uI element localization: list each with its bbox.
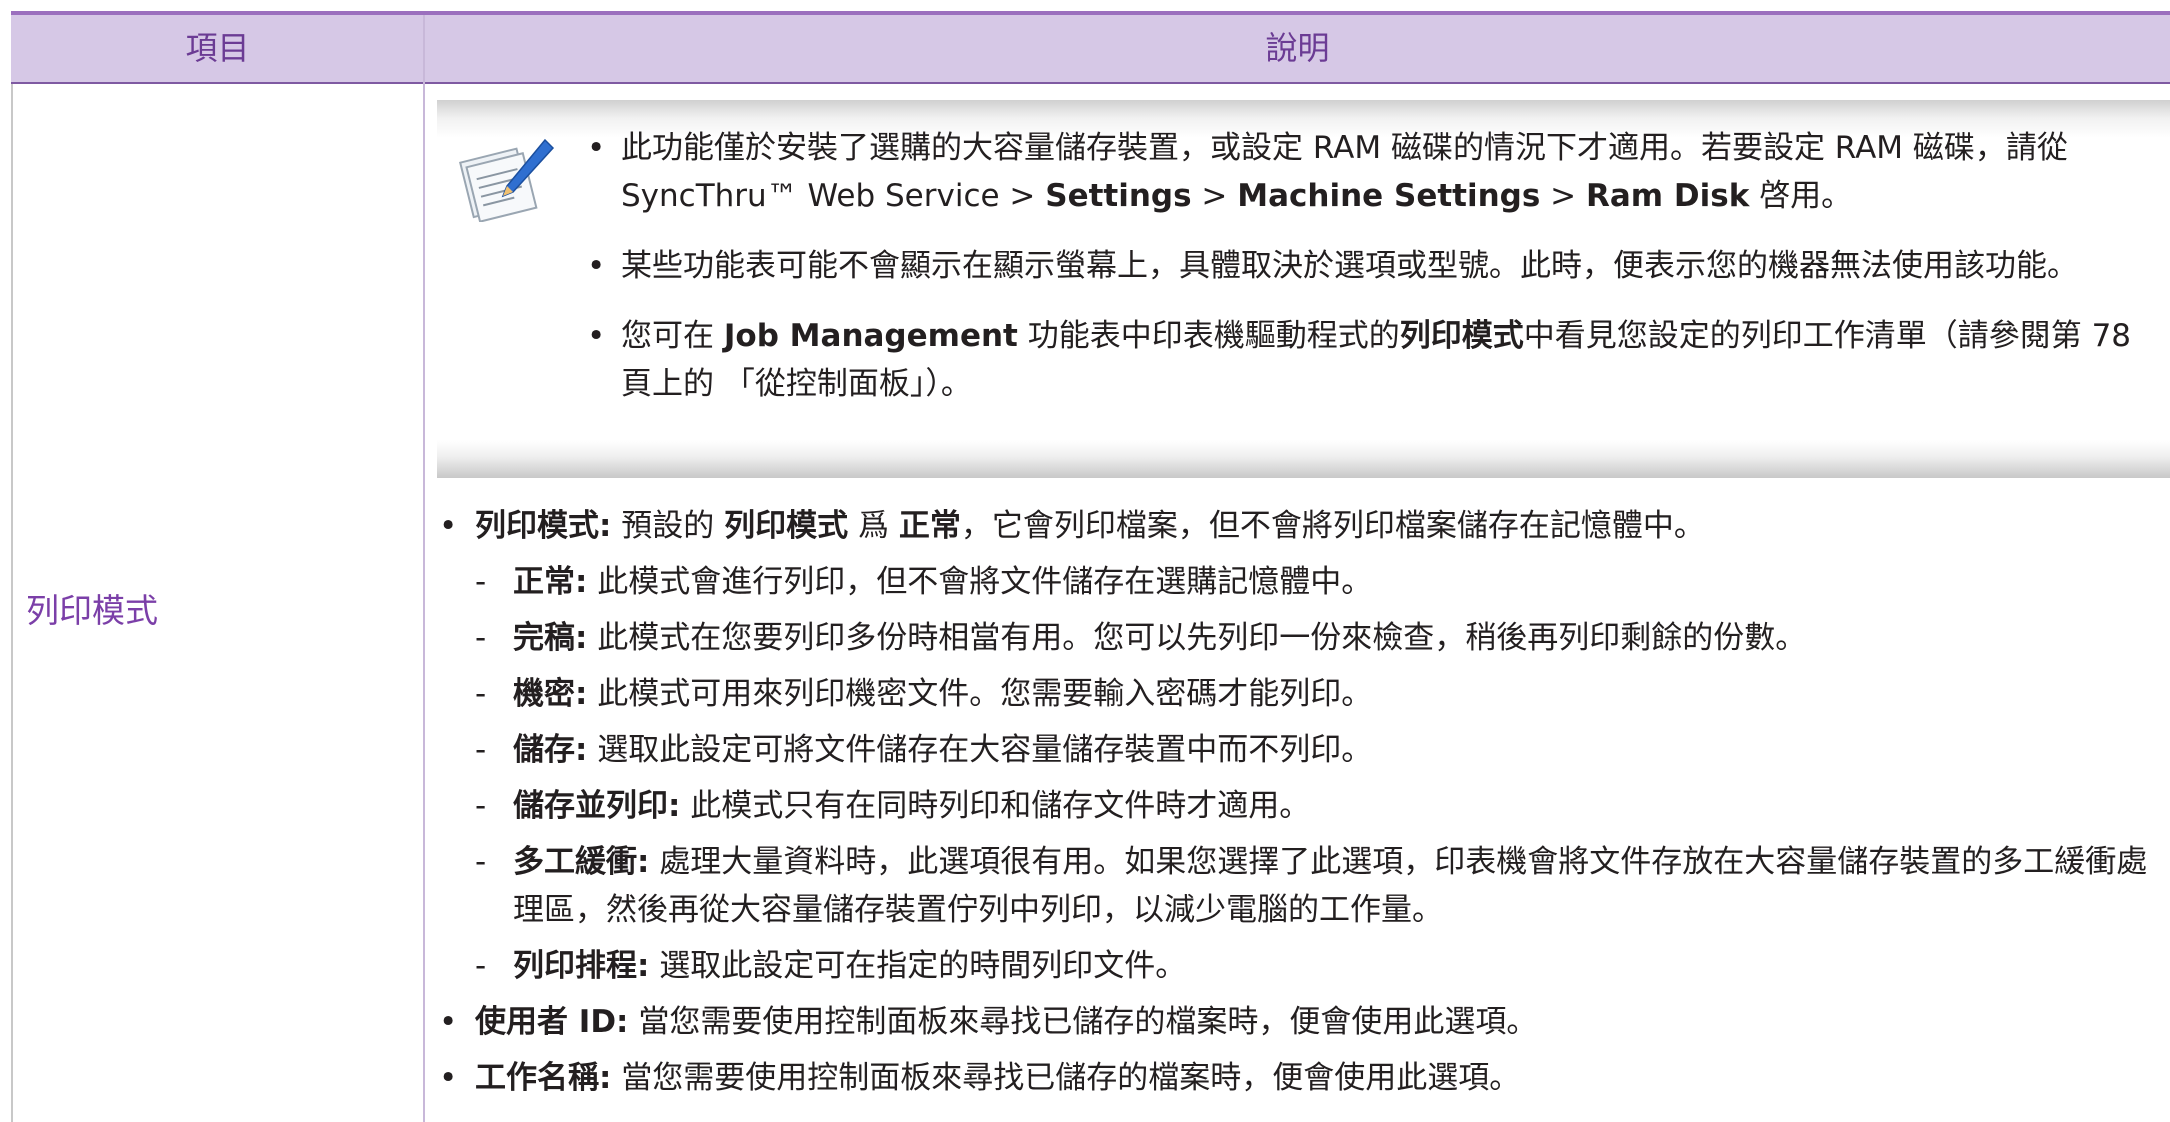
mode-item-store: 儲存: 選取此設定可將文件儲存在大容量儲存裝置中而不列印。 bbox=[437, 726, 2157, 774]
table-left-border bbox=[11, 84, 13, 1122]
text-run: 功能表中印表機驅動程式的 bbox=[1017, 318, 1400, 354]
mode-item-store-and-print: 儲存並列印: 此模式只有在同時列印和儲存文件時才適用。 bbox=[437, 782, 2157, 830]
note-box: 此功能僅於安裝了選購的大容量儲存裝置，或設定 RAM 磁碟的情況下才適用。若要設… bbox=[437, 100, 2170, 478]
bold-text: Settings bbox=[1045, 178, 1192, 214]
table-header: 項目 說明 bbox=[11, 15, 2170, 82]
note-bullet: 此功能僅於安裝了選購的大容量儲存裝置，或設定 RAM 磁碟的情況下才適用。若要設… bbox=[587, 124, 2167, 220]
mode-text: 選取此設定可將文件儲存在大容量儲存裝置中而不列印。 bbox=[587, 732, 1373, 768]
note-bullet: 您可在 Job Management 功能表中印表機驅動程式的列印模式中看見您設… bbox=[587, 312, 2167, 408]
user-id-bullet: 使用者 ID: 當您需要使用控制面板來尋找已儲存的檔案時，便會使用此選項。 bbox=[437, 998, 2157, 1046]
print-mode-bullet: 列印模式: 預設的 列印模式 爲 正常，它會列印檔案，但不會將列印檔案儲存在記憶… bbox=[437, 502, 2157, 550]
bold-text: Job Management bbox=[723, 318, 1018, 354]
bold-text: 正常 bbox=[898, 508, 961, 544]
mode-text: 選取此設定可在指定的時間列印文件。 bbox=[649, 948, 1187, 984]
note-bullet: 某些功能表可能不會顯示在顯示螢幕上，具體取決於選項或型號。此時，便表示您的機器無… bbox=[587, 242, 2167, 290]
mode-label: 機密: bbox=[513, 676, 588, 712]
mode-item-schedule: 列印排程: 選取此設定可在指定的時間列印文件。 bbox=[437, 942, 2157, 990]
mode-text: 此模式在您要列印多份時相當有用。您可以先列印一份來檢查，稍後再列印剩餘的份數。 bbox=[587, 620, 1807, 656]
mode-text: 此模式會進行列印，但不會將文件儲存在選購記憶體中。 bbox=[587, 564, 1373, 600]
bold-text: Ram Disk bbox=[1586, 178, 1750, 214]
text-run: 預設的 bbox=[611, 508, 725, 544]
description-content: 列印模式: 預設的 列印模式 爲 正常，它會列印檔案，但不會將列印檔案儲存在記憶… bbox=[437, 502, 2157, 1110]
mode-text: 處理大量資料時，此選項很有用。如果您選擇了此選項，印表機會將文件存放在大容量儲存… bbox=[513, 844, 2148, 928]
text-run: 某些功能表可能不會顯示在顯示螢幕上，具體取決於選項或型號。此時，便表示您的機器無… bbox=[621, 248, 2078, 284]
text-run: 爲 bbox=[848, 508, 899, 544]
mode-text: 此模式只有在同時列印和儲存文件時才適用。 bbox=[680, 788, 1311, 824]
mode-item-normal: 正常: 此模式會進行列印，但不會將文件儲存在選購記憶體中。 bbox=[437, 558, 2157, 606]
column-header-item: 項目 bbox=[185, 29, 250, 67]
mode-label: 正常: bbox=[513, 564, 588, 600]
mode-item-proof: 完稿: 此模式在您要列印多份時相當有用。您可以先列印一份來檢查，稍後再列印剩餘的… bbox=[437, 614, 2157, 662]
note-list: 此功能僅於安裝了選購的大容量儲存裝置，或設定 RAM 磁碟的情況下才適用。若要設… bbox=[587, 124, 2167, 430]
mode-item-spool: 多工緩衝: 處理大量資料時，此選項很有用。如果您選擇了此選項，印表機會將文件存放… bbox=[437, 838, 2157, 934]
header-bottom-rule bbox=[11, 82, 2170, 84]
mode-label: 儲存: bbox=[513, 732, 588, 768]
mode-label: 多工緩衝: bbox=[513, 844, 650, 880]
mode-label: 完稿: bbox=[513, 620, 588, 656]
mode-label: 儲存並列印: bbox=[513, 788, 681, 824]
text-run: 啓用。 bbox=[1749, 178, 1853, 214]
text-run: 您可在 bbox=[621, 318, 724, 354]
text-run: > bbox=[1191, 178, 1238, 214]
mode-text: 此模式可用來列印機密文件。您需要輸入密碼才能列印。 bbox=[587, 676, 1373, 712]
text-run: 當您需要使用控制面板來尋找已儲存的檔案時，便會使用此選項。 bbox=[628, 1004, 1538, 1040]
mode-item-confidential: 機密: 此模式可用來列印機密文件。您需要輸入密碼才能列印。 bbox=[437, 670, 2157, 718]
mode-label: 列印排程: bbox=[513, 948, 650, 984]
bold-label: 工作名稱: bbox=[475, 1060, 612, 1096]
column-divider bbox=[423, 15, 425, 1122]
bold-text: 列印模式 bbox=[1399, 318, 1524, 354]
bold-label: 使用者 ID: bbox=[475, 1004, 629, 1040]
column-header-description: 說明 bbox=[1265, 29, 1330, 67]
text-run: 當您需要使用控制面板來尋找已儲存的檔案時，便會使用此選項。 bbox=[611, 1060, 1521, 1096]
job-name-bullet: 工作名稱: 當您需要使用控制面板來尋找已儲存的檔案時，便會使用此選項。 bbox=[437, 1054, 2157, 1102]
note-pencil-icon bbox=[459, 138, 555, 222]
text-run: ，它會列印檔案，但不會將列印檔案儲存在記憶體中。 bbox=[960, 508, 1705, 544]
bold-text: 列印模式 bbox=[724, 508, 849, 544]
row-label: 列印模式 bbox=[26, 591, 158, 630]
bold-label: 列印模式: bbox=[475, 508, 612, 544]
bold-text: Machine Settings bbox=[1237, 178, 1541, 214]
text-run: > bbox=[1540, 178, 1587, 214]
